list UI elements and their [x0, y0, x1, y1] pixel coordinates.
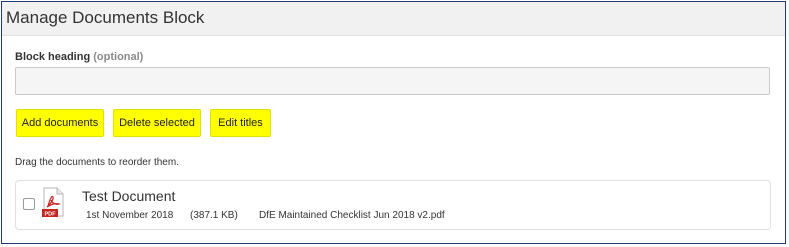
- block-heading-input[interactable]: [15, 67, 770, 95]
- edit-titles-button[interactable]: Edit titles: [210, 109, 271, 137]
- block-heading-label-text: Block heading: [15, 51, 91, 63]
- optional-note: (optional): [93, 51, 144, 63]
- delete-selected-button[interactable]: Delete selected: [113, 109, 201, 137]
- add-documents-button[interactable]: Add documents: [16, 109, 104, 137]
- document-row[interactable]: PDF Test Document 1st November 2018 (387…: [15, 180, 771, 230]
- pdf-file-icon: PDF: [42, 187, 64, 217]
- block-heading-label: Block heading (optional): [15, 51, 143, 63]
- document-filename: DfE Maintained Checklist Jun 2018 v2.pdf: [259, 210, 445, 221]
- panel-title: Manage Documents Block: [6, 8, 205, 27]
- reorder-hint: Drag the documents to reorder them.: [15, 157, 179, 168]
- document-checkbox[interactable]: [23, 198, 35, 210]
- document-title: Test Document: [82, 188, 176, 204]
- document-date: 1st November 2018: [86, 210, 174, 221]
- panel-header: Manage Documents Block: [2, 2, 785, 36]
- document-size: (387.1 KB): [190, 210, 238, 221]
- svg-text:PDF: PDF: [45, 211, 57, 217]
- manage-documents-panel: Manage Documents Block Block heading (op…: [1, 1, 786, 244]
